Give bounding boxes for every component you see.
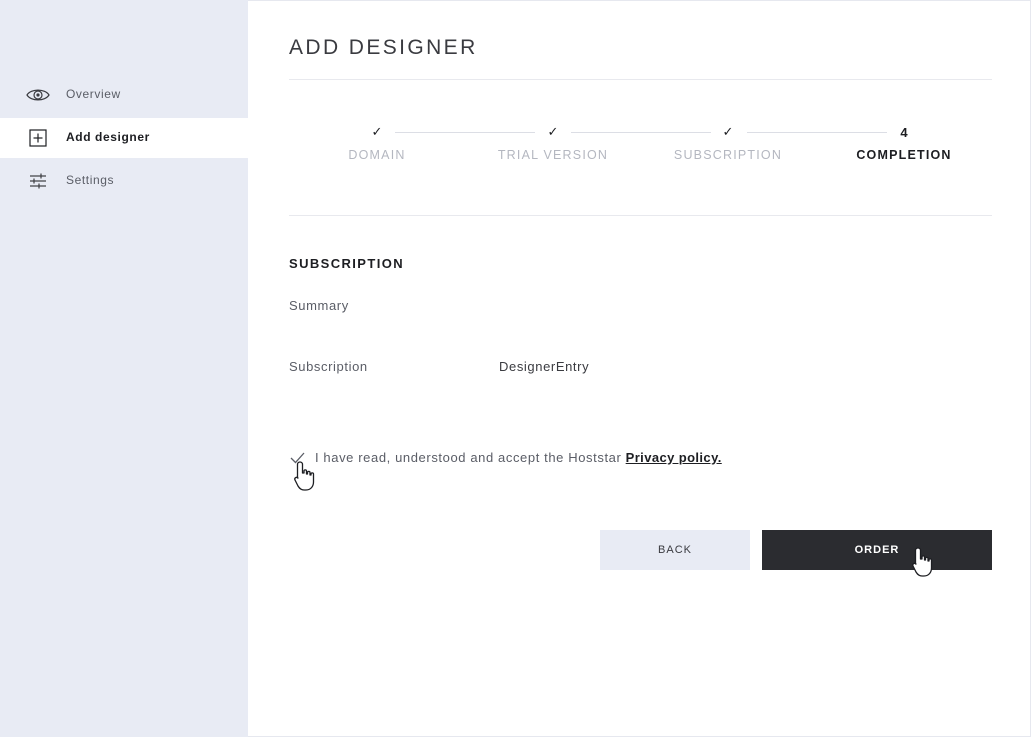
stepper-divider bbox=[289, 215, 992, 216]
check-icon: ✓ bbox=[371, 124, 383, 139]
eye-icon bbox=[26, 85, 50, 105]
step-label: TRIAL VERSION bbox=[497, 148, 609, 162]
step-number: 4 bbox=[900, 124, 908, 140]
page-title: ADD DESIGNER bbox=[289, 36, 478, 59]
sidebar: Overview Add designer Settings bbox=[0, 0, 248, 737]
sidebar-item-add-designer[interactable]: Add designer bbox=[0, 118, 248, 158]
privacy-policy-link[interactable]: Privacy policy. bbox=[626, 450, 722, 465]
consent-statement: I have read, understood and accept the H… bbox=[315, 450, 626, 465]
plus-square-icon bbox=[26, 128, 50, 148]
step-trial-version: ✓ TRIAL VERSION bbox=[465, 118, 641, 162]
sidebar-item-label: Add designer bbox=[66, 130, 150, 144]
subscription-value: DesignerEntry bbox=[499, 359, 590, 374]
hand-pointer-icon bbox=[911, 546, 937, 583]
section-title: SUBSCRIPTION bbox=[289, 256, 405, 271]
privacy-consent: I have read, understood and accept the H… bbox=[289, 448, 809, 468]
sidebar-item-overview[interactable]: Overview bbox=[0, 75, 248, 115]
step-subscription: ✓ SUBSCRIPTION bbox=[640, 118, 816, 162]
consent-text: I have read, understood and accept the H… bbox=[315, 450, 722, 465]
sidebar-item-label: Overview bbox=[66, 87, 121, 101]
subscription-label: Subscription bbox=[289, 359, 368, 374]
step-label: COMPLETION bbox=[856, 148, 952, 162]
step-label: SUBSCRIPTION bbox=[673, 148, 783, 162]
back-button[interactable]: BACK bbox=[600, 530, 750, 570]
check-icon: ✓ bbox=[547, 124, 559, 139]
sliders-icon bbox=[26, 171, 50, 191]
step-completion: 4 COMPLETION bbox=[816, 118, 992, 163]
main-content: ADD DESIGNER ✓ DOMAIN ✓ TRIAL VERSION ✓ … bbox=[289, 0, 992, 737]
order-button[interactable]: ORDER bbox=[762, 530, 992, 570]
summary-label: Summary bbox=[289, 298, 349, 313]
step-label: DOMAIN bbox=[348, 148, 406, 162]
sidebar-item-settings[interactable]: Settings bbox=[0, 161, 248, 201]
check-icon: ✓ bbox=[722, 124, 734, 139]
sidebar-item-label: Settings bbox=[66, 173, 115, 187]
title-divider bbox=[289, 79, 992, 80]
stepper: ✓ DOMAIN ✓ TRIAL VERSION ✓ SUBSCRIPTION … bbox=[289, 118, 992, 178]
step-domain: ✓ DOMAIN bbox=[289, 118, 465, 162]
hand-pointer-icon bbox=[293, 460, 319, 497]
